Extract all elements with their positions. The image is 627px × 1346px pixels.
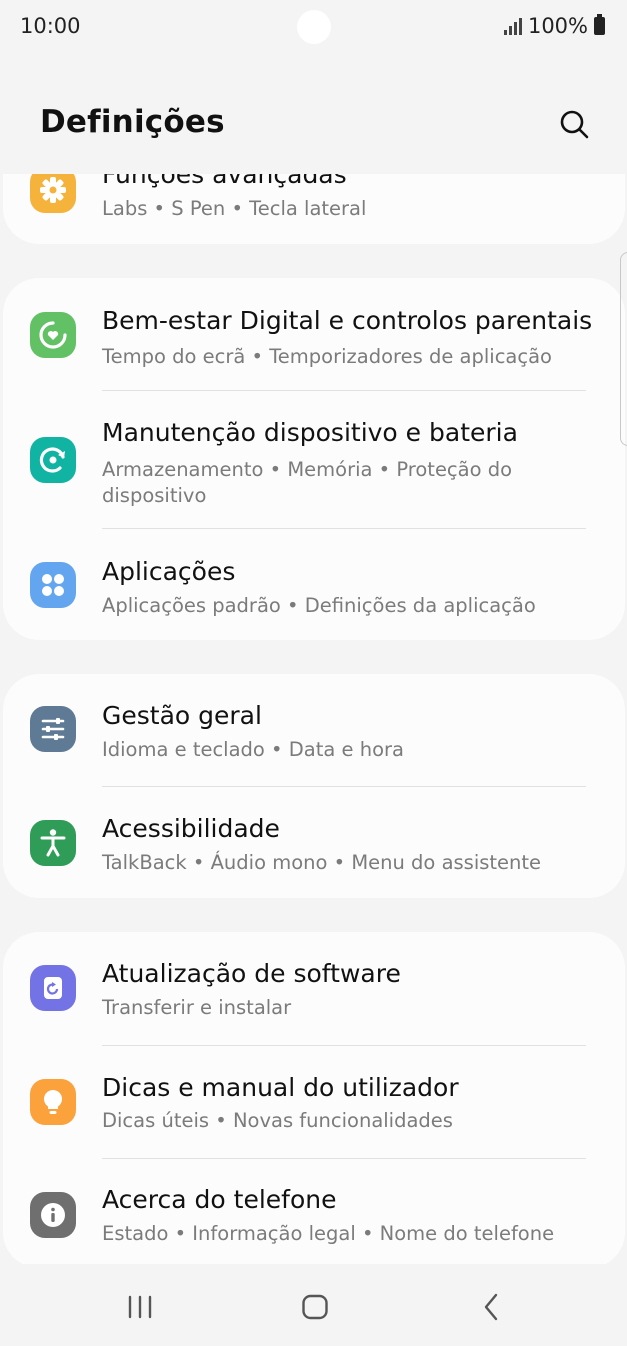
item-subtitle: Labs • S Pen • Tecla lateral <box>102 197 367 220</box>
settings-list[interactable]: Funções avançadas Labs • S Pen • Tecla l… <box>0 174 627 1264</box>
sliders-icon <box>30 706 76 752</box>
device-care-icon <box>30 437 76 483</box>
item-title: Funções avançadas <box>102 174 347 189</box>
page-title: Definições <box>40 104 225 140</box>
item-subtitle: Transferir e instalar <box>102 996 292 1019</box>
home-icon <box>302 1294 328 1320</box>
settings-item-tips-manual[interactable]: Dicas e manual do utilizador Dicas úteis… <box>0 1046 622 1158</box>
item-subtitle: Dicas úteis • Novas funcionalidades <box>102 1109 453 1132</box>
status-bar: 10:00 100% <box>0 0 627 56</box>
back-icon <box>484 1293 498 1321</box>
info-icon <box>30 1192 76 1238</box>
status-icons: 100% <box>503 14 605 38</box>
settings-item-about-phone[interactable]: Acerca do telefone Estado • Informação l… <box>0 1159 622 1264</box>
status-time: 10:00 <box>20 14 81 38</box>
item-title: Dicas e manual do utilizador <box>102 1073 459 1102</box>
digital-wellbeing-icon <box>30 312 76 358</box>
item-subtitle: Estado • Informação legal • Nome do tele… <box>102 1222 555 1245</box>
item-title: Aplicações <box>102 557 236 586</box>
gear-icon <box>30 174 76 213</box>
item-subtitle: TalkBack • Áudio mono • Menu do assisten… <box>102 851 542 874</box>
item-title: Manutenção dispositivo e bateria <box>102 418 518 447</box>
recent-apps-button[interactable] <box>115 1282 165 1332</box>
accessibility-icon <box>30 820 76 866</box>
software-update-icon <box>30 965 76 1011</box>
battery-icon <box>594 14 605 35</box>
item-title: Acerca do telefone <box>102 1185 337 1214</box>
camera-cutout <box>297 10 331 44</box>
lightbulb-icon <box>30 1079 76 1125</box>
item-subtitle: Armazenamento • Memória • Proteção do di… <box>102 458 513 507</box>
header: Definições <box>0 56 627 174</box>
settings-item-advanced-features[interactable]: Funções avançadas Labs • S Pen • Tecla l… <box>0 174 622 244</box>
item-title: Atualização de software <box>102 959 401 988</box>
home-button[interactable] <box>290 1282 340 1332</box>
settings-item-applications[interactable]: Aplicações Aplicações padrão • Definiçõe… <box>0 529 622 640</box>
apps-icon <box>30 562 76 608</box>
navigation-bar <box>0 1264 627 1346</box>
settings-item-accessibility[interactable]: Acessibilidade TalkBack • Áudio mono • M… <box>0 787 622 898</box>
item-title: Bem-estar Digital e controlos parentais <box>102 306 593 335</box>
item-title: Acessibilidade <box>102 814 280 843</box>
item-subtitle: Idioma e teclado • Data e hora <box>102 738 404 761</box>
battery-percentage: 100% <box>527 14 588 38</box>
item-subtitle: Tempo do ecrã • Temporizadores de aplica… <box>102 345 552 368</box>
settings-item-device-care[interactable]: Manutenção dispositivo e bateria Armazen… <box>0 391 622 528</box>
settings-item-general-management[interactable]: Gestão geral Idioma e teclado • Data e h… <box>0 674 622 786</box>
recent-apps-icon <box>128 1295 152 1319</box>
item-subtitle: Aplicações padrão • Definições da aplica… <box>102 594 536 617</box>
settings-item-digital-wellbeing[interactable]: Bem-estar Digital e controlos parentais … <box>0 278 622 390</box>
signal-icon <box>503 17 522 35</box>
settings-item-software-update[interactable]: Atualização de software Transferir e ins… <box>0 932 622 1045</box>
scrollbar[interactable] <box>620 252 627 446</box>
back-button[interactable] <box>466 1282 516 1332</box>
search-icon <box>560 110 589 139</box>
search-button[interactable] <box>552 102 596 146</box>
item-title: Gestão geral <box>102 701 262 730</box>
